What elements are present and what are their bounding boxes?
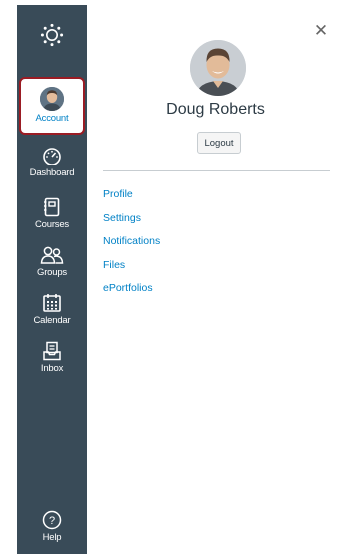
nav-item-label: Inbox bbox=[40, 363, 64, 374]
nav-item-inbox[interactable]: Inbox bbox=[17, 341, 87, 374]
list-item: Profile bbox=[103, 181, 303, 205]
list-item: Notifications bbox=[103, 228, 303, 252]
nav-item-label: Account bbox=[35, 113, 69, 124]
left-frame bbox=[0, 0, 17, 554]
logout-button[interactable]: Logout bbox=[197, 132, 241, 154]
nav-item-dashboard[interactable]: Dashboard bbox=[17, 147, 87, 178]
courses-book-icon bbox=[44, 197, 60, 217]
list-item: ePortfolios bbox=[103, 275, 303, 299]
divider bbox=[103, 170, 330, 171]
help-question-icon: ? bbox=[42, 510, 62, 530]
close-icon: ✕ bbox=[313, 21, 329, 40]
canvas-logo-link[interactable] bbox=[17, 23, 87, 47]
nav-item-label: Calendar bbox=[33, 315, 71, 326]
list-item: Files bbox=[103, 252, 303, 276]
svg-text:?: ? bbox=[49, 515, 55, 527]
eportfolios-link[interactable]: ePortfolios bbox=[103, 282, 153, 294]
nav-item-calendar[interactable]: Calendar bbox=[17, 293, 87, 326]
profile-link[interactable]: Profile bbox=[103, 188, 133, 200]
global-navigation-sidebar: Account Dashboard Courses Groups Calenda… bbox=[17, 5, 87, 554]
inbox-tray-icon bbox=[43, 341, 61, 361]
notifications-link[interactable]: Notifications bbox=[103, 235, 160, 247]
nav-item-account[interactable]: Account bbox=[19, 77, 85, 135]
nav-item-label: Courses bbox=[35, 219, 69, 230]
close-button[interactable]: ✕ bbox=[311, 21, 331, 41]
right-frame bbox=[344, 0, 354, 554]
calendar-icon bbox=[43, 294, 61, 312]
files-link[interactable]: Files bbox=[103, 259, 125, 271]
canvas-logo-icon bbox=[40, 23, 64, 47]
nav-item-label: Dashboard bbox=[29, 167, 75, 178]
profile-avatar bbox=[190, 40, 246, 96]
nav-item-courses[interactable]: Courses bbox=[17, 197, 87, 230]
nav-item-label: Help bbox=[42, 532, 62, 543]
user-display-name: Doug Roberts bbox=[166, 101, 265, 118]
account-tray-panel: ✕ Doug Roberts Logout Profile Settings N… bbox=[87, 5, 344, 554]
nav-item-label: Groups bbox=[37, 267, 67, 278]
nav-item-help[interactable]: ? Help bbox=[17, 510, 87, 543]
settings-link[interactable]: Settings bbox=[103, 212, 141, 224]
dashboard-gauge-icon bbox=[43, 148, 61, 165]
avatar bbox=[40, 87, 64, 111]
account-links-list: Profile Settings Notifications Files ePo… bbox=[103, 181, 303, 299]
list-item: Settings bbox=[103, 205, 303, 229]
groups-people-icon bbox=[40, 246, 64, 264]
nav-item-groups[interactable]: Groups bbox=[17, 245, 87, 278]
